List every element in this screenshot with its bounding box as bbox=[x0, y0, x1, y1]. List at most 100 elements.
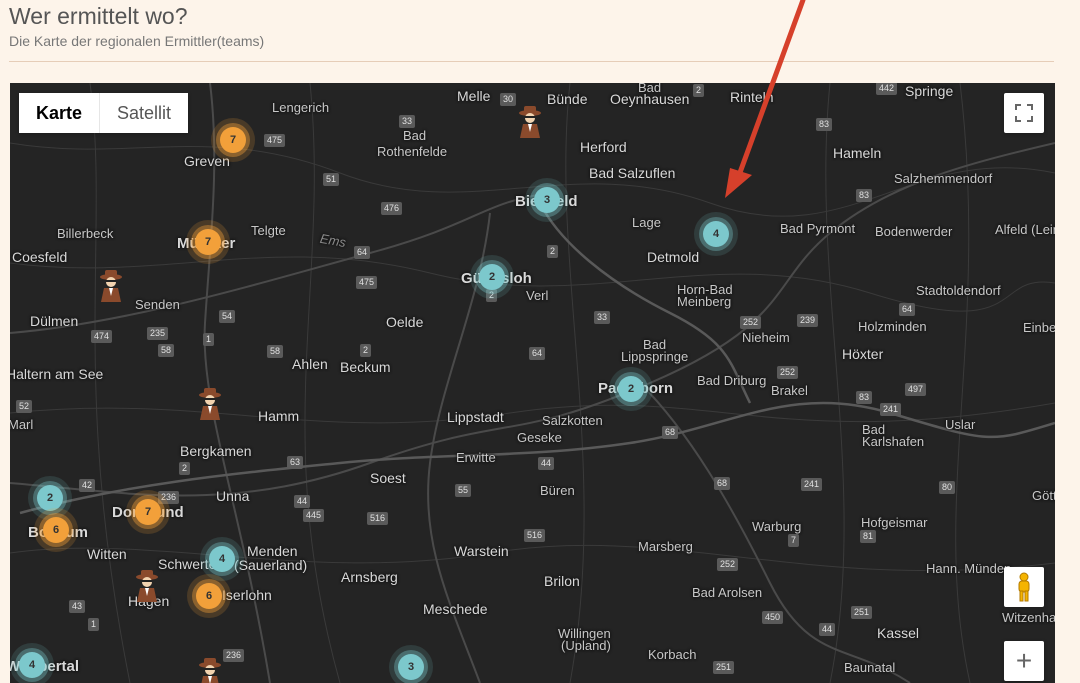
place-label: Arnsberg bbox=[341, 569, 398, 585]
road-shield: 44 bbox=[294, 495, 311, 508]
road-shield: 83 bbox=[856, 391, 873, 404]
road-shield: 445 bbox=[303, 509, 325, 522]
place-label: Erwitte bbox=[456, 450, 496, 465]
place-label: Bad Arolsen bbox=[692, 585, 763, 600]
place-label: Dülmen bbox=[30, 313, 79, 329]
place-label: Brakel bbox=[771, 383, 808, 398]
detective-icon[interactable] bbox=[517, 104, 543, 138]
plus-icon: + bbox=[1015, 645, 1033, 676]
road-shield: 7 bbox=[788, 534, 800, 547]
road-shield: 68 bbox=[714, 477, 731, 490]
road-shield: 58 bbox=[158, 344, 175, 357]
place-label: Geseke bbox=[517, 430, 562, 445]
road-shield: 42 bbox=[79, 479, 96, 492]
map-canvas[interactable]: Lengerich Melle Bünde Bad Oeynhausen Rin… bbox=[10, 83, 1055, 683]
cluster-marker[interactable]: 6 bbox=[43, 517, 69, 543]
cluster-marker[interactable]: 7 bbox=[195, 229, 221, 255]
place-label: Marl bbox=[10, 417, 34, 432]
road-shield: 1 bbox=[203, 333, 215, 346]
map-type-karte-button[interactable]: Karte bbox=[19, 93, 101, 133]
cluster-marker[interactable]: 2 bbox=[479, 264, 505, 290]
fullscreen-icon bbox=[1015, 104, 1033, 122]
place-label: Kassel bbox=[877, 625, 920, 641]
place-label: Hameln bbox=[833, 145, 882, 161]
road-shield: 30 bbox=[500, 93, 517, 106]
place-label: Lippstadt bbox=[447, 409, 504, 425]
cluster-marker[interactable]: 4 bbox=[209, 546, 235, 572]
place-label: Bünde bbox=[547, 91, 588, 107]
place-label: Uslar bbox=[945, 417, 976, 432]
place-label: Witten bbox=[87, 546, 127, 562]
cluster-marker[interactable]: 3 bbox=[534, 187, 560, 213]
road-shield: 83 bbox=[856, 189, 873, 202]
road-shield: 476 bbox=[381, 202, 403, 215]
cluster-marker[interactable]: 7 bbox=[220, 127, 246, 153]
place-label: Warburg bbox=[752, 519, 802, 534]
street-view-pegman-button[interactable] bbox=[1004, 567, 1044, 607]
detective-icon[interactable] bbox=[98, 268, 124, 302]
place-label: Ahlen bbox=[292, 356, 328, 372]
place-label: Springe bbox=[905, 83, 954, 99]
cluster-marker[interactable]: 3 bbox=[398, 654, 424, 680]
place-label: Karlshafen bbox=[862, 434, 925, 449]
road-shield: 80 bbox=[939, 481, 956, 494]
road-shield: 475 bbox=[264, 134, 286, 147]
road-shield: 236 bbox=[158, 491, 180, 504]
place-label: Oelde bbox=[386, 314, 424, 330]
road-shield: 44 bbox=[819, 623, 836, 636]
fullscreen-button[interactable] bbox=[1004, 93, 1044, 133]
place-label: Bad Driburg bbox=[697, 373, 767, 388]
place-label: Rothenfelde bbox=[377, 144, 448, 159]
place-label: Senden bbox=[135, 297, 180, 312]
road-shield: 33 bbox=[399, 115, 416, 128]
place-label: Oeynhausen bbox=[610, 91, 690, 107]
place-label: Haltern am See bbox=[10, 366, 104, 382]
cluster-marker[interactable]: 2 bbox=[618, 376, 644, 402]
detective-icon[interactable] bbox=[197, 656, 223, 683]
road-shield: 241 bbox=[880, 403, 902, 416]
place-label: Beckum bbox=[340, 359, 391, 375]
pegman-icon bbox=[1018, 572, 1030, 602]
road-shield: 251 bbox=[713, 661, 735, 674]
cluster-marker[interactable]: 6 bbox=[196, 583, 222, 609]
place-label: Hamm bbox=[258, 408, 300, 424]
detective-icon[interactable] bbox=[134, 568, 160, 602]
place-label: Meschede bbox=[423, 601, 488, 617]
road-shield: 58 bbox=[267, 345, 284, 358]
road-shield: 516 bbox=[524, 529, 546, 542]
cluster-marker[interactable]: 4 bbox=[19, 652, 45, 678]
place-label: Bad Salzuflen bbox=[589, 165, 676, 181]
road-shield: 83 bbox=[816, 118, 833, 131]
road-shield: 2 bbox=[693, 84, 705, 97]
place-label: Lengerich bbox=[272, 100, 330, 115]
place-label: Salzkotten bbox=[542, 413, 603, 428]
place-label: Salzhemmendorf bbox=[894, 171, 993, 186]
cluster-marker[interactable]: 7 bbox=[135, 499, 161, 525]
map-type-satellit-button[interactable]: Satellit bbox=[100, 93, 189, 133]
place-label: Schwerte bbox=[158, 556, 217, 572]
cluster-marker[interactable]: 2 bbox=[37, 485, 63, 511]
road-shield: 63 bbox=[287, 456, 304, 469]
road-shield: 64 bbox=[899, 303, 916, 316]
road-shield: 33 bbox=[594, 311, 611, 324]
road-shield: 2 bbox=[360, 344, 372, 357]
place-label: Unna bbox=[216, 488, 250, 504]
road-shield: 52 bbox=[16, 400, 33, 413]
detective-icon[interactable] bbox=[197, 386, 223, 420]
place-label: Brilon bbox=[544, 573, 580, 589]
place-label: Lippspringe bbox=[621, 349, 689, 364]
divider bbox=[9, 61, 1054, 62]
zoom-in-button[interactable]: + bbox=[1004, 641, 1044, 681]
cluster-marker[interactable]: 4 bbox=[703, 221, 729, 247]
road-shield: 450 bbox=[762, 611, 784, 624]
page-margin bbox=[1055, 83, 1080, 675]
road-shield: 54 bbox=[219, 310, 236, 323]
place-label: Bad bbox=[403, 128, 427, 143]
place-label: (Upland) bbox=[561, 638, 611, 653]
place-label: Bergkamen bbox=[180, 443, 252, 459]
road-shield: 497 bbox=[905, 383, 927, 396]
place-label: Coesfeld bbox=[12, 249, 68, 265]
place-label: Greven bbox=[184, 153, 230, 169]
page-subtitle: Die Karte der regionalen Ermittler(teams… bbox=[9, 33, 265, 49]
place-label: Göttingen bbox=[1032, 488, 1055, 503]
